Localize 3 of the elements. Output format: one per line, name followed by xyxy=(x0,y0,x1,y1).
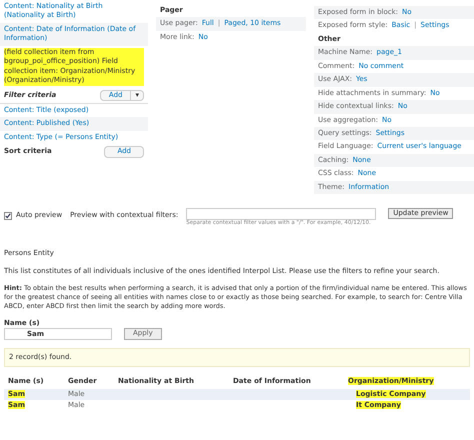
checkbox[interactable] xyxy=(4,212,12,220)
check-icon xyxy=(5,212,11,219)
input-field[interactable] xyxy=(186,208,376,220)
